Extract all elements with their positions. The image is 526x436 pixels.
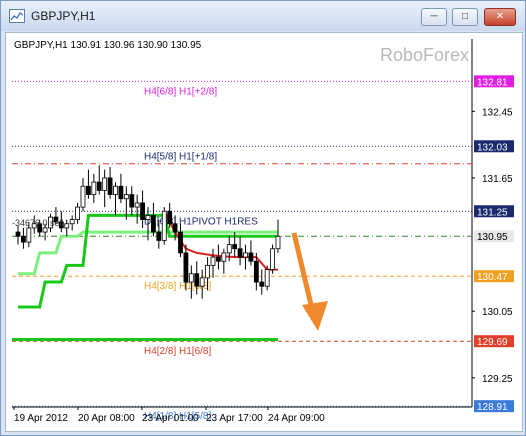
candle-body <box>178 231 183 254</box>
candle-body <box>151 215 156 233</box>
candle-body <box>259 281 265 287</box>
candle-body <box>221 252 227 262</box>
candle-body <box>172 223 178 233</box>
maximize-button[interactable]: □ <box>452 8 478 26</box>
candle-body <box>253 260 259 283</box>
forecast-arrow-shaft <box>291 232 315 310</box>
candle-body <box>134 202 140 208</box>
chart-window: GBPJPY,H1 ─ □ ✕ H4[6/8] H1[+2/8] H4[5/8] … <box>0 0 526 436</box>
candle-body <box>42 227 48 233</box>
price-tag: 132.03 <box>477 142 508 153</box>
candle-body <box>140 202 145 220</box>
price-tag: 128.91 <box>477 402 508 413</box>
price-tag: 130.95 <box>477 232 508 243</box>
candle-body <box>75 206 80 220</box>
candle-body <box>113 185 118 195</box>
x-tick-label: 24 Apr 09:00 <box>268 413 325 424</box>
y-tick-label: 129.25 <box>482 374 513 385</box>
level-label: H4[6/8] H1[+2/8] <box>144 86 217 97</box>
candle-body <box>188 273 194 283</box>
level-label: H4[5/8] H1[+1/8] <box>144 151 217 162</box>
candle-body <box>237 248 243 258</box>
candle-body <box>118 185 124 200</box>
x-tick-label: 19 Apr 2012 <box>14 413 68 424</box>
candle-body <box>243 252 248 258</box>
candle-body <box>64 223 70 229</box>
x-tick-label: 23 Apr 17:00 <box>206 413 263 424</box>
level-label: D1[6/8] H1PIVOT H1RES <box>144 216 258 227</box>
price-tag: 131.25 <box>477 207 508 218</box>
price-tag: 129.69 <box>477 337 508 348</box>
candle-body <box>270 248 275 270</box>
candle-body <box>275 235 281 250</box>
candle-body <box>15 231 21 237</box>
candle-body <box>69 219 75 225</box>
candle-body <box>194 273 200 287</box>
price-chart[interactable]: H4[6/8] H1[+2/8] H4[5/8] H1[+1/8] D1[6/8] … <box>6 33 522 431</box>
candle-body <box>21 235 26 243</box>
x-tick-label: 20 Apr 08:00 <box>78 413 135 424</box>
candle-body <box>86 185 91 195</box>
symbol-info: GBPJPY,H1 130.91 130.96 130.90 130.95 <box>14 40 202 51</box>
minimize-button[interactable]: ─ <box>421 8 447 26</box>
y-tick-label: 132.45 <box>482 107 513 118</box>
candle-body <box>107 177 113 196</box>
candle-body <box>226 244 232 254</box>
candle-body <box>167 210 173 225</box>
candle-body <box>248 252 254 262</box>
close-button[interactable]: ✕ <box>484 8 516 26</box>
y-tick-label: 130.05 <box>482 307 513 318</box>
candle-body <box>96 181 102 191</box>
candle-body <box>210 256 216 266</box>
chart-area[interactable]: H4[6/8] H1[+2/8] H4[5/8] H1[+1/8] D1[6/8] … <box>5 32 523 432</box>
position-label: -34676.0 sell <box>12 218 64 228</box>
broker-watermark: RoboForex <box>380 45 469 65</box>
candle-body <box>232 244 238 250</box>
price-tag: 130.47 <box>477 272 508 283</box>
x-tick-label: 23 Apr 01:00 <box>142 413 199 424</box>
candle-body <box>161 210 167 241</box>
candle-body <box>183 252 189 283</box>
title-bar[interactable]: GBPJPY,H1 ─ □ ✕ <box>1 1 525 31</box>
candle-body <box>199 277 205 287</box>
candle-body <box>129 194 135 208</box>
forecast-arrow-head <box>302 301 328 331</box>
window-title: GBPJPY,H1 <box>31 9 96 23</box>
candle-body <box>216 256 221 262</box>
candle-body <box>80 185 86 208</box>
candle-body <box>102 177 108 191</box>
candle-body <box>205 264 210 279</box>
candle-body <box>91 181 97 195</box>
price-tag: 132.81 <box>477 77 508 88</box>
candle-body <box>123 194 129 200</box>
y-tick-label: 131.65 <box>482 174 513 185</box>
candle-body <box>156 231 162 241</box>
level-label: H4[2/8] H1[6/8] <box>144 346 211 357</box>
candle-body <box>26 227 32 243</box>
candle-body <box>145 215 151 220</box>
chart-icon <box>9 9 25 23</box>
candle-body <box>264 269 270 287</box>
